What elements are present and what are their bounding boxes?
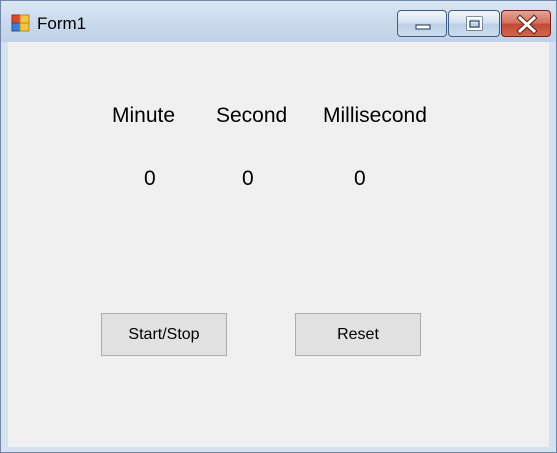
second-value: 0 — [242, 167, 254, 190]
minimize-icon — [415, 24, 431, 30]
millisecond-value: 0 — [354, 167, 366, 190]
millisecond-header-label: Millisecond — [323, 104, 427, 127]
reset-button[interactable]: Reset — [295, 313, 421, 356]
window-title: Form1 — [37, 14, 87, 33]
maximize-icon — [466, 16, 483, 31]
minute-header-label: Minute — [112, 104, 176, 127]
minimize-button[interactable] — [397, 10, 447, 37]
start-stop-button[interactable]: Start/Stop — [101, 313, 227, 356]
title-bar[interactable]: Form1 — [1, 1, 556, 42]
close-icon — [516, 14, 538, 35]
close-button[interactable] — [501, 10, 551, 37]
form-client-area: Minute Second Millisecond 0 0 0 Start/St… — [8, 42, 549, 447]
maximize-button[interactable] — [448, 10, 500, 37]
windows-forms-icon[interactable] — [11, 14, 31, 32]
minute-value: 0 — [144, 167, 156, 190]
window-frame: Form1 Minute Second Millisecond 0 0 0 St… — [0, 0, 557, 453]
second-header-label: Second — [216, 104, 288, 127]
